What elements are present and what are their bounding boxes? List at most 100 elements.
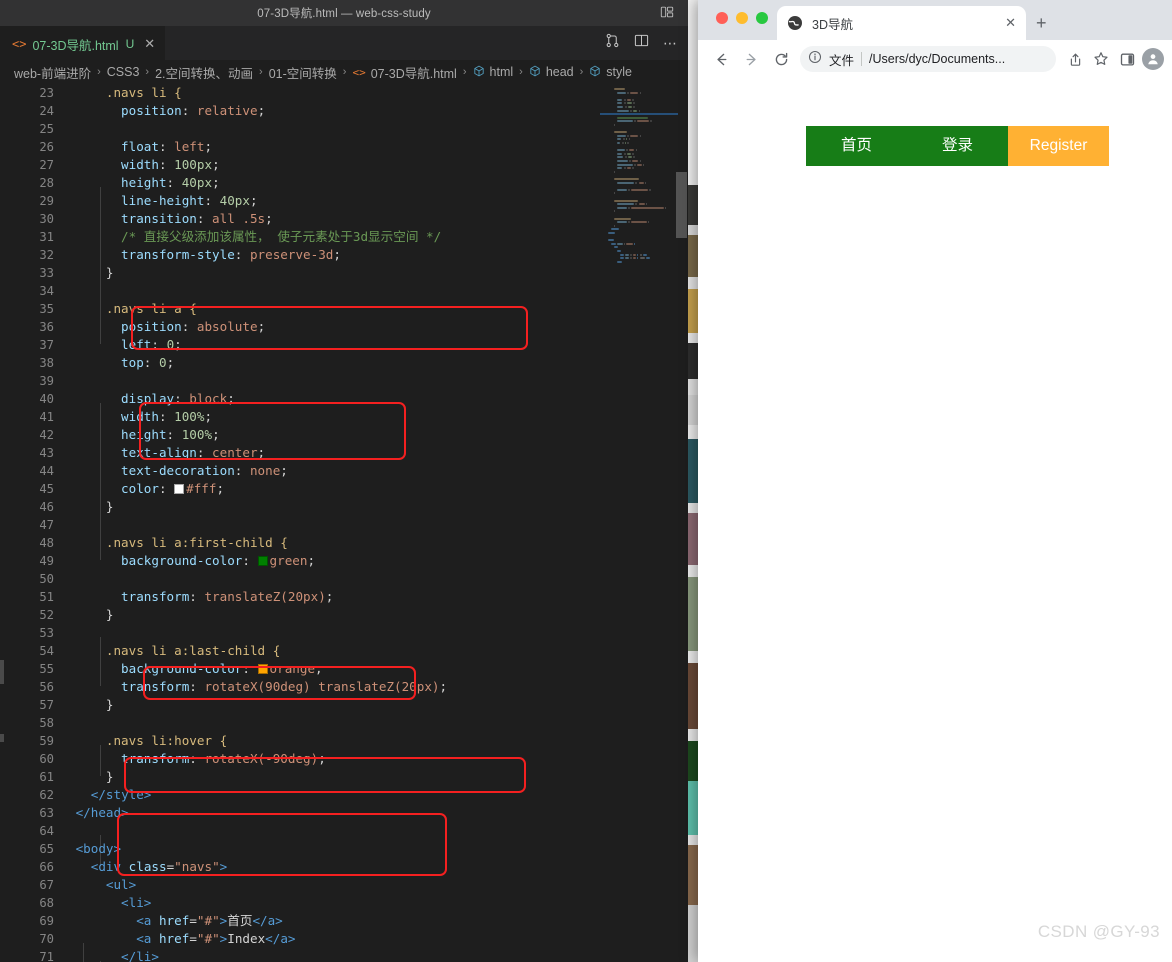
code-line[interactable]: 31 /* 直接父级添加该属性， 使子元素处于3d显示空间 */: [0, 228, 600, 246]
code-line[interactable]: 44 text-decoration: none;: [0, 462, 600, 480]
code-line[interactable]: 57}: [0, 696, 600, 714]
editor-scrollbar[interactable]: [676, 172, 687, 238]
browser-tab[interactable]: 3D导航 ✕: [777, 6, 1026, 40]
minimap-token: [664, 206, 667, 209]
code-token: ;: [325, 589, 334, 604]
back-arrow-icon[interactable]: [706, 44, 736, 74]
code-token: href: [158, 931, 190, 946]
breadcrumb-item[interactable]: style: [606, 65, 632, 79]
breadcrumb-item[interactable]: head: [546, 65, 574, 79]
code-line[interactable]: 70 <a href="#">Index</a>: [0, 930, 600, 948]
minimap-token: [633, 156, 635, 159]
line-number: 71: [39, 950, 54, 962]
code-line[interactable]: 65 <body>: [0, 840, 600, 858]
code-line[interactable]: 24 position: relative;: [0, 102, 600, 120]
minimap-token: [633, 109, 638, 112]
code-line[interactable]: 29 line-height: 40px;: [0, 192, 600, 210]
code-line[interactable]: 62 </style>: [0, 786, 600, 804]
code-line[interactable]: 48 .navs li a:first-child {: [0, 534, 600, 552]
breadcrumb-item[interactable]: 01-空间转换: [269, 63, 337, 82]
code-line[interactable]: 47: [0, 516, 600, 534]
code-line[interactable]: 23 .navs li {: [0, 84, 600, 102]
code-line[interactable]: 33}: [0, 264, 600, 282]
reload-icon[interactable]: [766, 44, 796, 74]
profile-avatar-icon[interactable]: [1142, 48, 1164, 70]
code-line[interactable]: 64: [0, 822, 600, 840]
code-line[interactable]: 66 <div class="navs">: [0, 858, 600, 876]
code-line[interactable]: 69 <a href="#">首页</a>: [0, 912, 600, 930]
code-line[interactable]: 61}: [0, 768, 600, 786]
minimap-token: [642, 163, 645, 166]
code-token: ;: [265, 211, 273, 226]
code-line[interactable]: 32 transform-style: preserve-3d;: [0, 246, 600, 264]
minimap-token: [635, 181, 638, 184]
code-text: }: [106, 498, 114, 516]
code-content[interactable]: 23 .navs li {24 position: relative; 25 26 flo…: [0, 84, 600, 962]
code-line[interactable]: 38 top: 0;: [0, 354, 600, 372]
nav-link[interactable]: 登录: [907, 126, 1008, 166]
star-icon[interactable]: [1088, 46, 1114, 72]
code-line[interactable]: 63 </head>: [0, 804, 600, 822]
code-line[interactable]: 60 transform: rotateX(-90deg);: [0, 750, 600, 768]
minimap-token: [633, 242, 636, 245]
code-line[interactable]: 59 .navs li:hover {: [0, 732, 600, 750]
code-line[interactable]: 43 text-align: center;: [0, 444, 600, 462]
side-panel-icon[interactable]: [1114, 46, 1140, 72]
nav-link[interactable]: Register: [1008, 126, 1109, 166]
breadcrumb-item[interactable]: CSS3: [107, 65, 140, 79]
editor-tab[interactable]: <> 07-3D导航.html U ✕: [0, 26, 166, 61]
code-line[interactable]: 55 background-color: orange;: [0, 660, 600, 678]
code-line[interactable]: 71 </li>: [0, 948, 600, 962]
info-circle-icon[interactable]: [808, 50, 822, 69]
close-button[interactable]: [716, 12, 728, 24]
code-line[interactable]: 37 left: 0;: [0, 336, 600, 354]
code-line[interactable]: 26 float: left;: [0, 138, 600, 156]
code-line[interactable]: 34: [0, 282, 600, 300]
minimap[interactable]: [600, 84, 678, 962]
code-line[interactable]: 56 transform: rotateX(90deg) translateZ(2…: [0, 678, 600, 696]
code-line[interactable]: 67 <ul>: [0, 876, 600, 894]
maximize-button[interactable]: [756, 12, 768, 24]
line-number: 24: [39, 104, 54, 118]
editor-area: 23 .navs li {24 position: relative; 25 26 flo…: [0, 84, 688, 962]
code-line[interactable]: 39: [0, 372, 600, 390]
code-line[interactable]: 28 height: 40px;: [0, 174, 600, 192]
code-line[interactable]: 52}: [0, 606, 600, 624]
code-line[interactable]: 54 .navs li a:last-child {: [0, 642, 600, 660]
minimap-token: [632, 253, 636, 256]
code-line[interactable]: 58: [0, 714, 600, 732]
code-line[interactable]: 46}: [0, 498, 600, 516]
code-line[interactable]: 30 transition: all .5s;: [0, 210, 600, 228]
code-line[interactable]: 27 width: 100px;: [0, 156, 600, 174]
more-actions-icon[interactable]: ⋯: [663, 35, 678, 52]
code-line[interactable]: 25: [0, 120, 600, 138]
breadcrumb-item[interactable]: web-前端进阶: [14, 63, 91, 82]
code-line[interactable]: 68 <li>: [0, 894, 600, 912]
code-line[interactable]: 36 position: absolute;: [0, 318, 600, 336]
share-icon[interactable]: [1062, 46, 1088, 72]
close-icon[interactable]: ✕: [1005, 15, 1016, 31]
plus-icon[interactable]: +: [1036, 14, 1047, 32]
breadcrumb-item[interactable]: 2.空间转换、动画: [155, 63, 253, 82]
breadcrumb-item[interactable]: html: [490, 65, 514, 79]
code-line[interactable]: 41 width: 100%;: [0, 408, 600, 426]
minimize-button[interactable]: [736, 12, 748, 24]
editor-layout-icon[interactable]: [660, 5, 674, 22]
source-control-icon[interactable]: [605, 33, 620, 53]
nav-link[interactable]: 首页: [806, 126, 907, 166]
forward-arrow-icon[interactable]: [736, 44, 766, 74]
minimap-token: [607, 239, 614, 242]
code-line[interactable]: 42 height: 100%;: [0, 426, 600, 444]
code-line[interactable]: 35 .navs li a {: [0, 300, 600, 318]
split-editor-icon[interactable]: [634, 33, 649, 53]
code-line[interactable]: 45 color: #fff;: [0, 480, 600, 498]
address-bar[interactable]: 文件 /Users/dyc/Documents...: [800, 46, 1056, 72]
code-line[interactable]: 50: [0, 570, 600, 588]
close-icon[interactable]: ✕: [144, 36, 155, 52]
code-line[interactable]: 53: [0, 624, 600, 642]
code-line[interactable]: 49 background-color: green;: [0, 552, 600, 570]
breadcrumb-item[interactable]: 07-3D导航.html: [371, 63, 457, 82]
code-line[interactable]: 40 display: block;: [0, 390, 600, 408]
code-line[interactable]: 51 transform: translateZ(20px);: [0, 588, 600, 606]
code-text: .navs li a {: [106, 300, 197, 318]
